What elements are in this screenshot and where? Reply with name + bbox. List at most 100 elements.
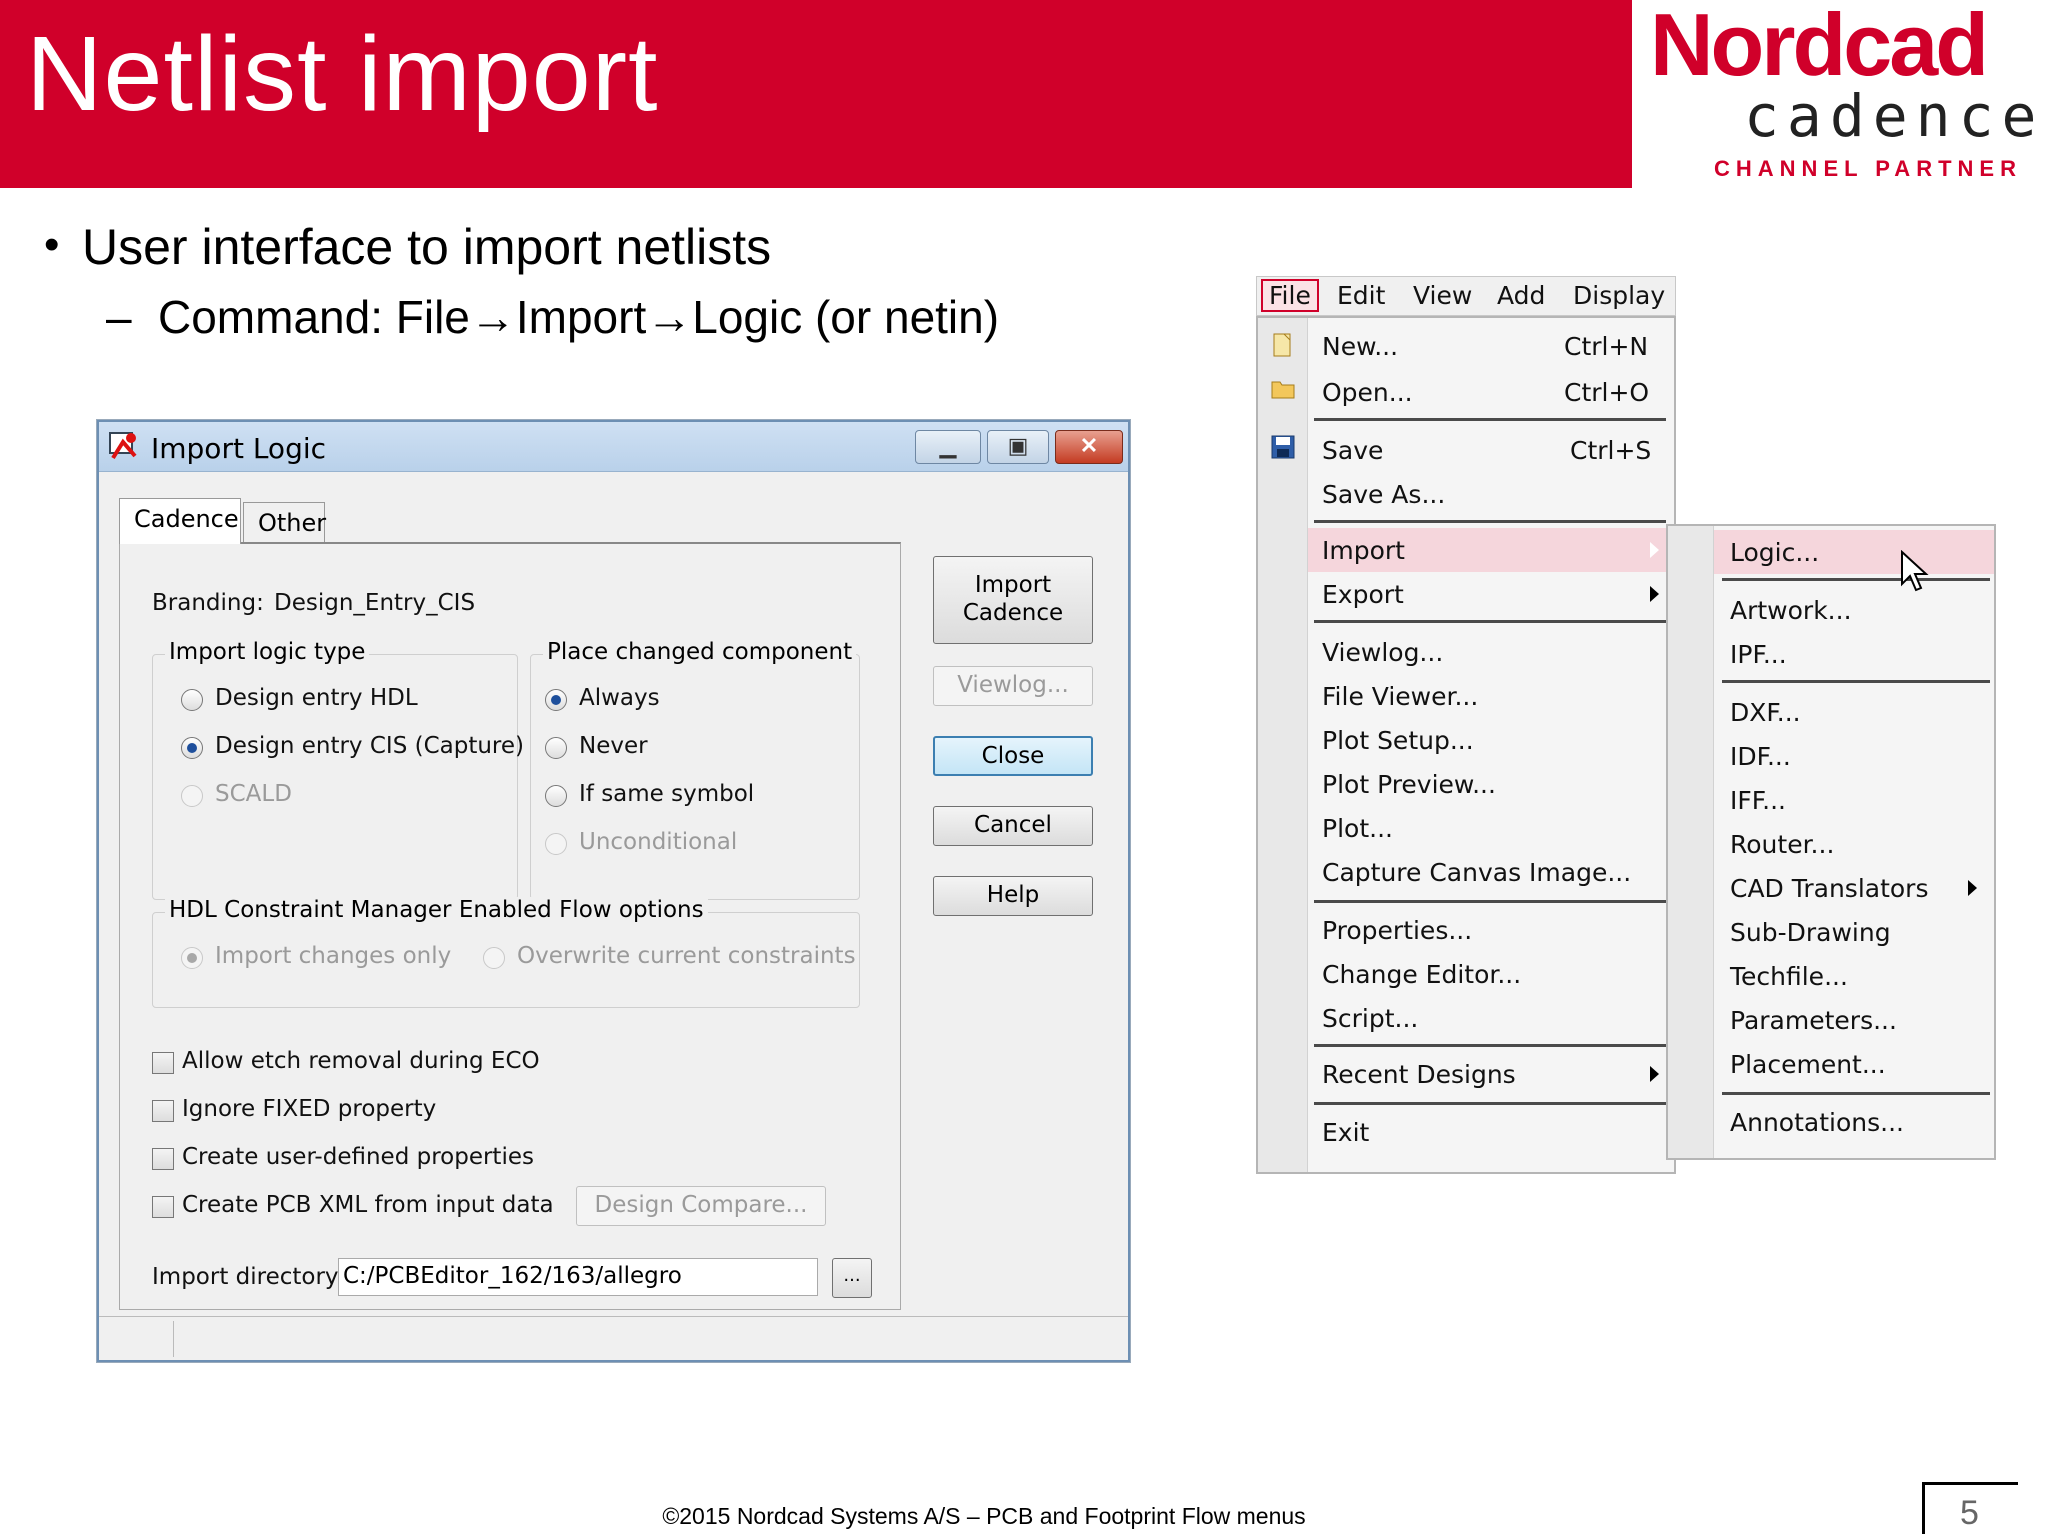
- menu-item-plot-setup[interactable]: Plot Setup...: [1322, 726, 1474, 755]
- menu-edit[interactable]: Edit: [1331, 281, 1391, 310]
- submenu-item-logic[interactable]: Logic...: [1730, 538, 1819, 567]
- radio-always[interactable]: [545, 689, 567, 711]
- checkbox-label: Allow etch removal during ECO: [182, 1048, 540, 1074]
- checkbox-create-user-props[interactable]: [152, 1148, 174, 1170]
- checkbox-label: Create PCB XML from input data: [182, 1192, 554, 1218]
- menu-separator: [1314, 520, 1666, 523]
- page-number: 5: [1960, 1494, 1979, 1532]
- submenu-arrow-icon: [1650, 586, 1659, 602]
- submenu-item-iff[interactable]: IFF...: [1730, 786, 1786, 815]
- radio-unconditional[interactable]: [545, 833, 567, 855]
- logo-partner-brand: cadence: [1744, 82, 2045, 150]
- file-menu: New... Ctrl+N Open... Ctrl+O Save Ctrl+S…: [1256, 316, 1676, 1174]
- menu-file[interactable]: File: [1261, 279, 1319, 312]
- slide-footer: ©2015 Nordcad Systems A/S – PCB and Foot…: [662, 1503, 1306, 1529]
- import-submenu: Logic... Artwork... IPF... DXF... IDF...…: [1666, 524, 1996, 1160]
- tab-panel: Branding: Design_Entry_CIS Import logic …: [119, 542, 901, 1310]
- minimize-button[interactable]: ▁: [915, 430, 981, 464]
- checkbox-label: Create user-defined properties: [182, 1144, 534, 1170]
- submenu-item-idf[interactable]: IDF...: [1730, 742, 1791, 771]
- checkbox-create-pcb-xml[interactable]: [152, 1196, 174, 1218]
- mouse-cursor-icon: [1901, 550, 1929, 592]
- radio-scald[interactable]: [181, 785, 203, 807]
- import-cadence-button[interactable]: Import Cadence: [933, 556, 1093, 644]
- menu-view[interactable]: View: [1407, 281, 1478, 310]
- menu-separator: [1722, 578, 1990, 581]
- bullet-text: User interface to import netlists: [82, 219, 772, 275]
- menu-item-import[interactable]: Import: [1322, 536, 1405, 565]
- menu-item-plot-preview[interactable]: Plot Preview...: [1322, 770, 1496, 799]
- submenu-item-router[interactable]: Router...: [1730, 830, 1834, 859]
- menu-item-viewlog[interactable]: Viewlog...: [1322, 638, 1443, 667]
- menu-item-script[interactable]: Script...: [1322, 1004, 1418, 1033]
- import-button-line2: Cadence: [962, 600, 1064, 626]
- radio-never[interactable]: [545, 737, 567, 759]
- submenu-arrow-icon: [1968, 880, 1977, 896]
- maximize-button[interactable]: ▣: [987, 430, 1049, 464]
- shortcut-new: Ctrl+N: [1564, 332, 1649, 361]
- place-changed-group: Place changed component Always Never If …: [530, 639, 860, 900]
- radio-import-changes-only[interactable]: [181, 947, 203, 969]
- status-bar: [99, 1316, 1128, 1360]
- submenu-item-artwork[interactable]: Artwork...: [1730, 596, 1852, 625]
- help-button[interactable]: Help: [933, 876, 1093, 916]
- checkbox-allow-etch-removal[interactable]: [152, 1052, 174, 1074]
- slide-title: Netlist import: [26, 15, 659, 133]
- menu-add[interactable]: Add: [1491, 281, 1551, 310]
- menu-item-save-as[interactable]: Save As...: [1322, 480, 1445, 509]
- tab-other[interactable]: Other: [243, 502, 326, 546]
- shortcut-open: Ctrl+O: [1564, 378, 1650, 407]
- close-button[interactable]: Close: [933, 736, 1093, 776]
- menu-item-export[interactable]: Export: [1322, 580, 1404, 609]
- menu-item-open[interactable]: Open...: [1322, 378, 1413, 407]
- menu-item-file-viewer[interactable]: File Viewer...: [1322, 682, 1478, 711]
- new-file-icon: [1270, 332, 1296, 357]
- menu-separator: [1314, 620, 1666, 623]
- tab-cadence[interactable]: Cadence: [119, 498, 241, 544]
- import-logic-dialog: Import Logic ▁ ▣ ✕ Cadence Other Brandin…: [97, 420, 1130, 1362]
- radio-label: Design entry CIS (Capture): [215, 733, 524, 759]
- submenu-arrow-icon: [1650, 1066, 1659, 1082]
- radio-if-same-symbol[interactable]: [545, 785, 567, 807]
- menu-separator: [1314, 1044, 1666, 1047]
- menu-item-properties[interactable]: Properties...: [1322, 916, 1472, 945]
- menu-item-exit[interactable]: Exit: [1322, 1118, 1369, 1147]
- dialog-titlebar[interactable]: Import Logic ▁ ▣ ✕: [99, 422, 1128, 472]
- radio-label: Always: [579, 685, 660, 711]
- radio-overwrite-constraints[interactable]: [483, 947, 505, 969]
- submenu-item-sub-drawing[interactable]: Sub-Drawing: [1730, 918, 1891, 947]
- radio-label: SCALD: [215, 781, 292, 807]
- submenu-item-dxf[interactable]: DXF...: [1730, 698, 1801, 727]
- logic-type-group: Import logic type Design entry HDL Desig…: [152, 639, 524, 900]
- submenu-item-ipf[interactable]: IPF...: [1730, 640, 1787, 669]
- submenu-item-annotations[interactable]: Annotations...: [1730, 1108, 1904, 1137]
- menu-separator: [1314, 900, 1666, 903]
- submenu-item-techfile[interactable]: Techfile...: [1730, 962, 1848, 991]
- viewlog-button[interactable]: Viewlog...: [933, 666, 1093, 706]
- browse-button[interactable]: ...: [832, 1258, 872, 1298]
- menu-separator: [1722, 680, 1990, 683]
- submenu-item-parameters[interactable]: Parameters...: [1730, 1006, 1897, 1035]
- design-compare-button[interactable]: Design Compare...: [576, 1186, 826, 1226]
- menu-display[interactable]: Display: [1567, 281, 1671, 310]
- bullet-dot: •: [44, 220, 60, 269]
- sub-bullet-text: Command: File→Import→Logic (or netin): [158, 291, 1000, 343]
- menu-separator: [1314, 418, 1666, 421]
- import-directory-input[interactable]: C:/PCBEditor_162/163/allegro: [338, 1258, 818, 1296]
- menu-item-plot[interactable]: Plot...: [1322, 814, 1393, 843]
- save-disk-icon: [1270, 434, 1296, 459]
- menu-item-change-editor[interactable]: Change Editor...: [1322, 960, 1521, 989]
- radio-design-entry-cis[interactable]: [181, 737, 203, 759]
- hdl-options-group: HDL Constraint Manager Enabled Flow opti…: [152, 897, 860, 1008]
- submenu-item-cad-translators[interactable]: CAD Translators: [1730, 874, 1929, 903]
- radio-design-entry-hdl[interactable]: [181, 689, 203, 711]
- menu-item-new[interactable]: New...: [1322, 332, 1398, 361]
- cancel-button[interactable]: Cancel: [933, 806, 1093, 846]
- menu-item-save[interactable]: Save: [1322, 436, 1383, 465]
- checkbox-ignore-fixed[interactable]: [152, 1100, 174, 1122]
- radio-label: Design entry HDL: [215, 685, 418, 711]
- menu-item-capture-canvas[interactable]: Capture Canvas Image...: [1322, 858, 1631, 887]
- window-close-button[interactable]: ✕: [1055, 430, 1123, 464]
- menu-item-recent-designs[interactable]: Recent Designs: [1322, 1060, 1516, 1089]
- submenu-item-placement[interactable]: Placement...: [1730, 1050, 1886, 1079]
